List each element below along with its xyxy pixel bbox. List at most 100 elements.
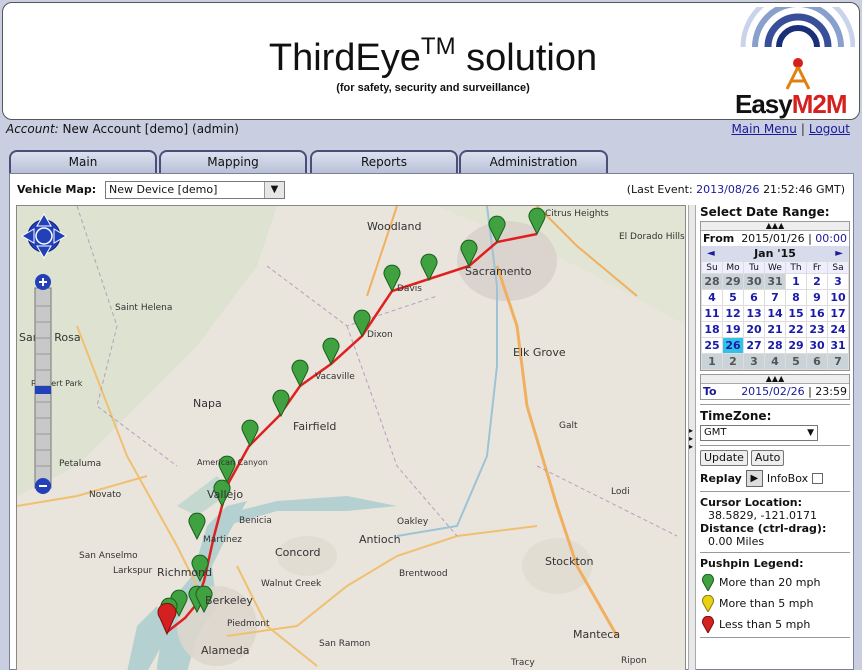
map-label: Richmond: [157, 566, 212, 579]
calendar-day[interactable]: 22: [785, 321, 807, 338]
calendar-day[interactable]: 3: [827, 273, 849, 290]
map-label: Fairfield: [293, 420, 336, 433]
calendar-toggle[interactable]: ▲▲▲: [701, 222, 849, 231]
to-time[interactable]: 23:59: [815, 385, 847, 398]
map-label: Saint Helena: [115, 303, 172, 313]
calendar-toggle[interactable]: ▲▲▲: [701, 375, 849, 384]
map-label: Manteca: [573, 628, 620, 641]
timezone-select[interactable]: GMT ▼: [700, 425, 818, 441]
replay-row: Replay ▶ InfoBox: [700, 470, 850, 487]
zoom-slider-handle[interactable]: [35, 386, 51, 394]
from-date[interactable]: 2015/01/26: [741, 232, 804, 245]
calendar-day[interactable]: 6: [743, 289, 765, 306]
calendar-day[interactable]: 5: [722, 289, 744, 306]
month-row: ◄ Jan '15 ►: [701, 246, 849, 261]
calendar-day[interactable]: 20: [743, 321, 765, 338]
collapse-arrow-icon[interactable]: ▸: [689, 443, 693, 451]
calendar-day[interactable]: 4: [764, 353, 786, 370]
header-banner: ThirdEyeTM solution (for safety, securit…: [2, 0, 860, 120]
map-label: Citrus Heights: [545, 209, 609, 219]
from-time[interactable]: 00:00: [815, 232, 847, 245]
calendar-day[interactable]: 13: [743, 305, 765, 322]
calendar-day[interactable]: 28: [701, 273, 723, 290]
next-month-icon[interactable]: ►: [835, 248, 843, 259]
map-label: Sacramento: [465, 265, 532, 278]
infobox-label: InfoBox: [766, 472, 809, 485]
calendar-day[interactable]: 24: [827, 321, 849, 338]
map-label: Benicia: [239, 516, 272, 526]
map-label: Lodi: [611, 487, 630, 497]
control-sidebar: Select Date Range: ▲▲▲ From 2015/01/26 |…: [700, 205, 850, 670]
tab-administration[interactable]: Administration: [459, 150, 608, 174]
calendar-day[interactable]: 18: [701, 321, 723, 338]
calendar-day[interactable]: 19: [722, 321, 744, 338]
calendar-day[interactable]: 29: [785, 337, 807, 354]
calendar-day[interactable]: 5: [785, 353, 807, 370]
calendar-day[interactable]: 25: [701, 337, 723, 354]
tab-mapping[interactable]: Mapping: [159, 150, 307, 174]
tab-main[interactable]: Main: [9, 150, 157, 174]
panel-splitter[interactable]: ▸ ▸ ▸: [688, 205, 696, 670]
calendar-day[interactable]: 4: [701, 289, 723, 306]
vehicle-map[interactable]: Woodland Citrus Heights El Dorado Hills …: [16, 205, 686, 670]
logo-text: EasyM2M: [735, 89, 848, 119]
map-label: Galt: [559, 421, 578, 431]
calendar-day[interactable]: 17: [827, 305, 849, 322]
calendar-day[interactable]: 8: [785, 289, 807, 306]
map-label: Martinez: [203, 535, 242, 545]
map-label: El Dorado Hills: [619, 232, 685, 242]
main-menu-link[interactable]: Main Menu: [731, 122, 796, 136]
calendar-day[interactable]: 27: [743, 337, 765, 354]
chevron-down-icon: ▼: [807, 428, 814, 438]
yellow-pushpin-icon: [702, 595, 714, 612]
calendar-day[interactable]: 12: [722, 305, 744, 322]
calendar-day[interactable]: 15: [785, 305, 807, 322]
calendar-day[interactable]: 31: [827, 337, 849, 354]
top-links: Main Menu | Logout: [731, 122, 850, 136]
calendar-day[interactable]: 1: [785, 273, 807, 290]
map-label: Concord: [275, 546, 320, 559]
calendar-day[interactable]: 29: [722, 273, 744, 290]
calendar-day[interactable]: 2: [806, 273, 828, 290]
calendar-day[interactable]: 23: [806, 321, 828, 338]
auto-button[interactable]: Auto: [750, 450, 785, 466]
calendar-day[interactable]: 7: [764, 289, 786, 306]
tab-reports[interactable]: Reports: [310, 150, 458, 174]
calendar-day[interactable]: 21: [764, 321, 786, 338]
last-event: (Last Event: 2013/08/26 21:52:46 GMT): [626, 183, 845, 196]
green-pushpin-icon: [702, 574, 714, 591]
zoom-control[interactable]: [34, 274, 52, 494]
map-canvas[interactable]: Woodland Citrus Heights El Dorado Hills …: [17, 206, 686, 670]
calendar-day[interactable]: 28: [764, 337, 786, 354]
calendar-day[interactable]: 30: [806, 337, 828, 354]
play-icon[interactable]: ▶: [745, 470, 763, 487]
logout-link[interactable]: Logout: [809, 122, 850, 136]
date-range-header: Select Date Range:: [700, 205, 830, 219]
calendar-day[interactable]: 16: [806, 305, 828, 322]
calendar-day[interactable]: 31: [764, 273, 786, 290]
month-label: Jan '15: [754, 247, 796, 260]
calendar-day[interactable]: 3: [743, 353, 765, 370]
calendar-day[interactable]: 7: [827, 353, 849, 370]
easym2m-logo: EasyM2M: [733, 0, 856, 119]
calendar-day[interactable]: 11: [701, 305, 723, 322]
update-button[interactable]: Update: [700, 450, 748, 466]
calendar-day-selected[interactable]: 26: [722, 337, 744, 354]
map-label: Walnut Creek: [261, 579, 322, 589]
calendar-day[interactable]: 10: [827, 289, 849, 306]
calendar-day[interactable]: 14: [764, 305, 786, 322]
to-date[interactable]: 2015/02/26: [741, 385, 804, 398]
map-label: Piedmont: [227, 619, 270, 629]
calendar-day[interactable]: 2: [722, 353, 744, 370]
prev-month-icon[interactable]: ◄: [707, 248, 715, 259]
timezone-label: TimeZone:: [700, 409, 772, 423]
calendar-day[interactable]: 30: [743, 273, 765, 290]
calendar-day[interactable]: 9: [806, 289, 828, 306]
calendar-day[interactable]: 1: [701, 353, 723, 370]
legend-item: More than 20 mph: [702, 574, 850, 591]
calendar-day[interactable]: 6: [806, 353, 828, 370]
infobox-checkbox[interactable]: [812, 473, 824, 484]
chevron-down-icon[interactable]: ▼: [264, 182, 284, 198]
vehicle-select[interactable]: New Device [demo] ▼: [105, 181, 285, 199]
distance-label: Distance (ctrl-drag):: [700, 522, 827, 535]
